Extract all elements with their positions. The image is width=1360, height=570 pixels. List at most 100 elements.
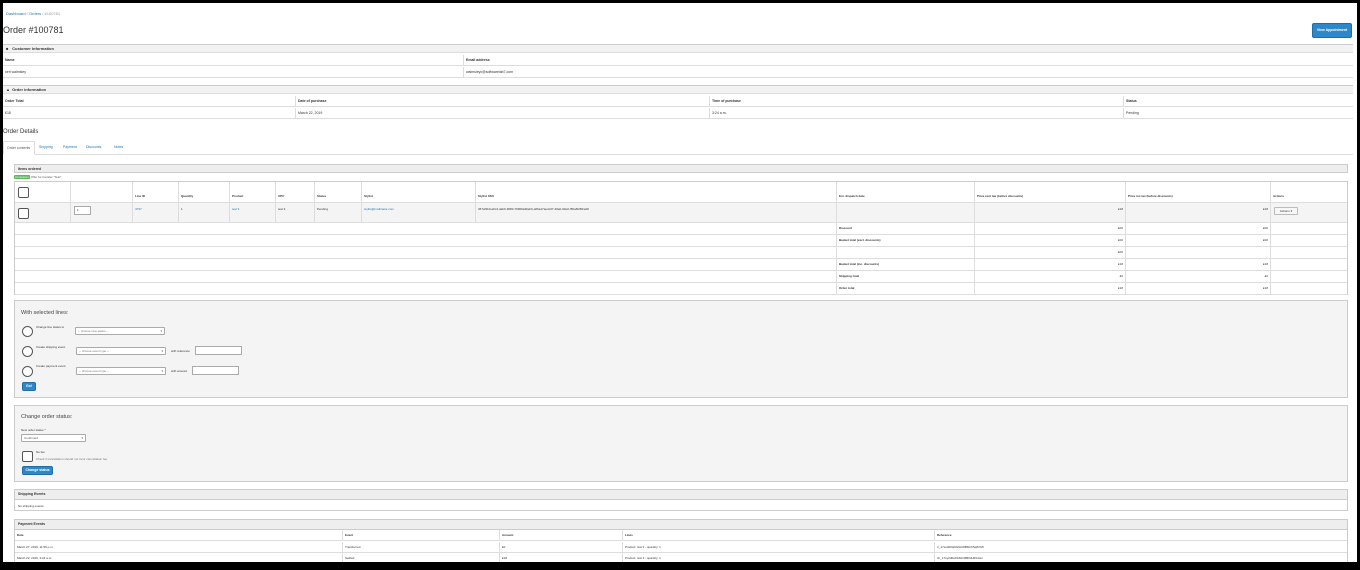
payment-col-event: Settled	[342, 553, 499, 562]
tab-discounts[interactable]: Discounts	[83, 141, 104, 155]
item-checkbox[interactable]	[18, 208, 29, 219]
totals-actions-spacer	[1270, 259, 1347, 270]
item-price-inc: £18	[1125, 203, 1270, 222]
change-status-button[interactable]: Change status	[22, 466, 53, 475]
totals-actions-spacer	[1270, 235, 1347, 246]
payment-col-amount: £0	[499, 542, 622, 552]
totals-spacer	[15, 283, 836, 294]
payment-col-reference: Reference	[934, 530, 1347, 540]
totals-row: Basket total (excl. discounts) £00 £00	[15, 235, 1347, 247]
select-all-cell	[15, 182, 70, 202]
item-price-excl: £18	[974, 203, 1125, 222]
no-fee-label: No fee	[36, 450, 45, 454]
customer-name: ceri walmsley	[5, 70, 27, 74]
payment-row: March 27, 2019, 11:59 p.m. Transferred £0 P…	[15, 542, 1347, 553]
totals-spacer	[15, 235, 836, 246]
caret-down-icon: ▾	[161, 349, 163, 353]
col-price-excl: Price excl tax (before discounts)	[974, 182, 1125, 202]
change-status-panel: Change order status: New order status * …	[14, 405, 1348, 482]
col-stylist-sku: Stylist SKU	[475, 182, 836, 202]
with-reference-label: with reference	[171, 349, 190, 353]
payment-event-value: -- choose event type --	[79, 369, 110, 373]
totals-row: Basket total (inc. discounts) £18 £18	[15, 259, 1347, 271]
totals-inc: £00	[1125, 223, 1270, 234]
actions-dropdown[interactable]: Actions ▾	[1274, 207, 1298, 215]
col-product: Product	[229, 182, 275, 202]
items-header-row: Line ID Quantity Product UPC Status Styl…	[15, 182, 1347, 203]
item-product[interactable]: test 3	[229, 203, 275, 222]
scrollbar[interactable]	[1353, 3, 1357, 562]
breadcrumb-dashboard[interactable]: Dashboard	[6, 11, 26, 16]
payment-col-reference: ch_17sy0d0sK0ZHC8B0JH6Xdom	[934, 553, 1347, 562]
totals-label	[836, 247, 974, 258]
totals-actions-spacer	[1270, 247, 1347, 258]
item-dispatch-date	[836, 203, 974, 222]
new-status-select[interactable]: Confirmed ▾	[21, 434, 86, 442]
reference-input[interactable]	[195, 346, 242, 355]
breadcrumb-orders[interactable]: Orders	[29, 11, 41, 16]
payment-col-event: Transferred	[342, 542, 499, 552]
col-actions: Actions	[1270, 182, 1347, 202]
breadcrumb-current: #100781	[44, 11, 61, 16]
view-appointment-button[interactable]: View Appointment	[1312, 23, 1352, 38]
col-price-inc: Price inc tax (before discounts)	[1125, 182, 1270, 202]
totals-excl: £18	[974, 259, 1125, 270]
shipping-event-radio[interactable]	[22, 346, 33, 357]
item-actions-cell: Actions ▾	[1270, 203, 1347, 222]
order-details-tabs: Order contents Shipping Payment Discount…	[3, 141, 1353, 155]
quantity-input[interactable]: 1	[74, 206, 91, 215]
items-table: Line ID Quantity Product UPC Status Styl…	[14, 181, 1348, 295]
items-ordered-heading: Items ordered	[14, 164, 1348, 173]
select-all-checkbox[interactable]	[18, 187, 29, 198]
tab-shipping[interactable]: Shipping	[36, 141, 56, 155]
name-label: Name	[5, 58, 15, 62]
totals-excl: £0	[974, 271, 1125, 282]
caret-down-icon: ▾	[161, 369, 163, 373]
item-sku: 367af3b0-a6c4-4ab9-9080-79969a39eb0-a66a…	[475, 203, 836, 222]
totals-excl: £00	[974, 247, 1125, 258]
shipping-event-value: -- choose event type --	[79, 349, 110, 353]
new-status-label: New order status *	[21, 428, 46, 432]
payment-col-lines: Product: test 3 - quantity: 1	[622, 542, 934, 552]
go-button[interactable]: Go!	[22, 382, 36, 391]
item-line-id[interactable]: 4797	[132, 203, 178, 222]
line-status-select[interactable]: -- choose new status -- ▾	[75, 327, 165, 335]
totals-label: Order total	[836, 283, 974, 294]
payment-col-reference: tr_17ss3d0sK0ZHC8BMzC5q8rXW	[934, 542, 1347, 552]
payment-event-select[interactable]: -- choose event type -- ▾	[76, 367, 166, 375]
order-details-title: Order Details	[3, 129, 39, 135]
consumer-offer-text: Offer for transfer "Test"	[30, 175, 62, 179]
tab-order-contents[interactable]: Order contents	[3, 141, 35, 155]
payment-col-lines: Lines	[622, 530, 934, 540]
consumer-badge: Consumer	[14, 175, 30, 179]
shipping-event-label: Create shipping event	[36, 345, 66, 349]
with-amount-label: with amount	[171, 369, 188, 373]
totals-spacer	[15, 271, 836, 282]
payment-event-radio[interactable]	[22, 366, 33, 377]
col-upc: UPC	[275, 182, 314, 202]
caret-down-icon: ▾	[1290, 209, 1293, 213]
shipping-events-panel: Shipping Events No shipping events.	[14, 489, 1348, 511]
totals-row: £00	[15, 247, 1347, 259]
no-fee-checkbox[interactable]	[22, 451, 33, 462]
status-label: Status	[1123, 96, 1353, 106]
time-purchase-label: Time of purchase	[709, 96, 1123, 106]
date-purchase-label: Date of purchase	[295, 96, 709, 106]
amount-input[interactable]	[192, 366, 239, 375]
actions-label: Actions	[1279, 209, 1290, 213]
order-info-title: Order information	[12, 87, 47, 92]
item-stylist[interactable]: stylist@mailinator.com	[361, 203, 475, 222]
tab-notes[interactable]: Notes	[111, 141, 126, 155]
order-info-header-row: Order Total Date of purchase Time of pur…	[3, 96, 1353, 107]
item-row: 1 4797 1 test 3 test 3 Pending stylist@m…	[15, 203, 1347, 223]
tab-payment[interactable]: Payment	[60, 141, 80, 155]
new-status-value: Confirmed	[24, 436, 38, 440]
col-blank	[70, 182, 132, 202]
totals-excl: £00	[974, 235, 1125, 246]
customer-header-row: Name Email address	[3, 55, 1353, 66]
shipping-event-select[interactable]: -- choose event type -- ▾	[76, 347, 166, 355]
totals-actions-spacer	[1270, 271, 1347, 282]
item-quantity: 1	[178, 203, 229, 222]
change-status-radio[interactable]	[22, 326, 33, 337]
shipping-events-empty: No shipping events.	[18, 504, 45, 508]
